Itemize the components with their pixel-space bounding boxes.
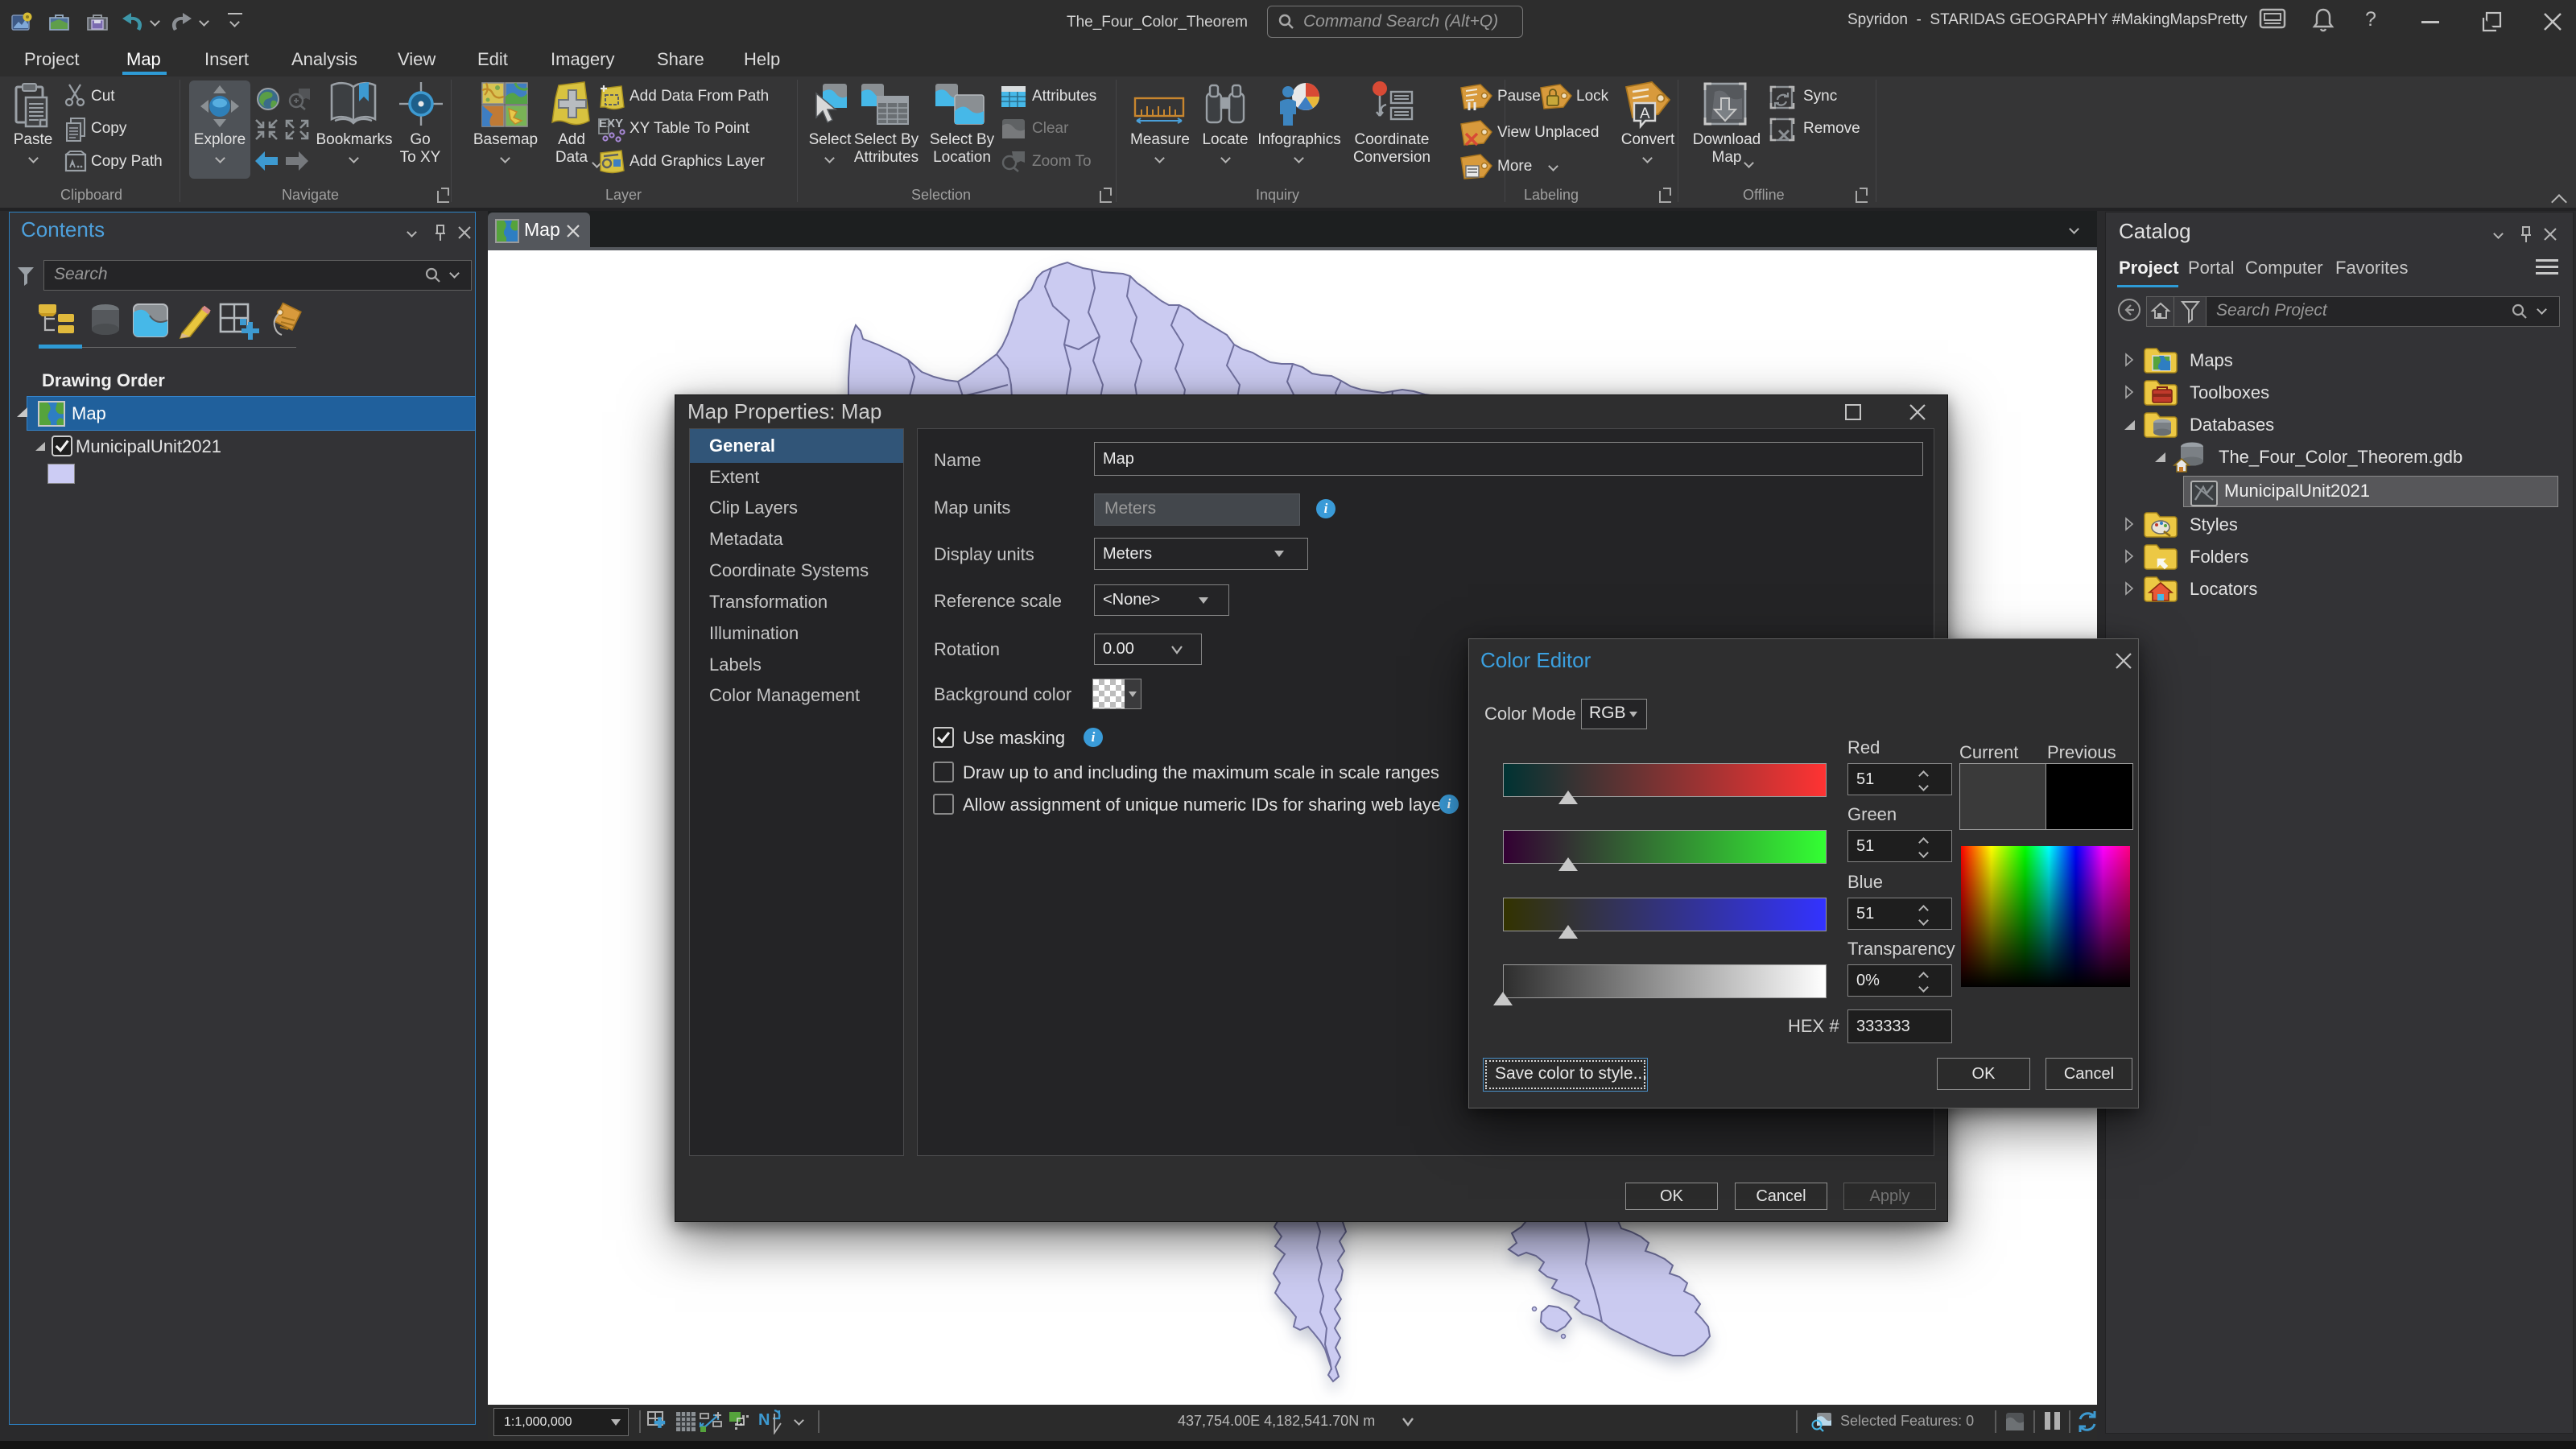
svg-text:N: N xyxy=(758,1411,770,1429)
svg-text:A: A xyxy=(1640,105,1650,122)
